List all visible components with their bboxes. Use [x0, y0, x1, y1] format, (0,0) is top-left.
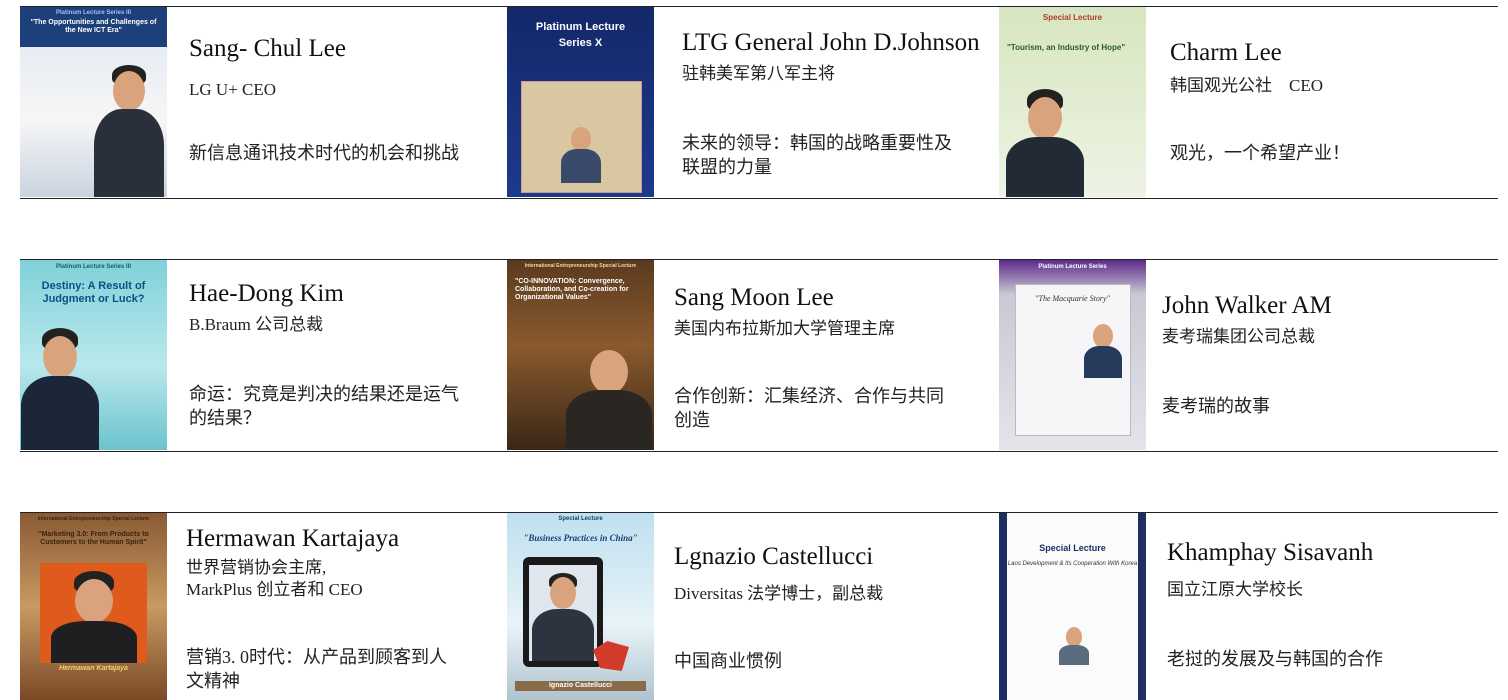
poster-series: International Entrepreneurship Special L… [524, 263, 637, 269]
lecture-card[interactable]: International Entrepreneurship Special L… [20, 513, 500, 700]
speaker-role: 麦考瑞集团公司总裁 [1162, 327, 1315, 346]
lecture-topic: 新信息通讯技术时代的机会和挑战 [189, 143, 459, 163]
speaker-name: LTG General John D.Johnson [682, 29, 980, 56]
poster-portrait [50, 567, 138, 663]
lecture-topic: 营销3. 0时代：从产品到顾客到人 [186, 647, 447, 667]
lecture-poster: Special Lecture "Business Practices in C… [507, 513, 654, 700]
lecture-card[interactable]: Platinum Lecture Series III "The Opportu… [20, 7, 500, 197]
lecture-card[interactable]: International Entrepreneurship Special L… [507, 260, 987, 450]
poster-title: "Marketing 3.0: From Products to Custome… [38, 531, 149, 547]
poster-series: Platinum Lecture Series III [55, 264, 132, 270]
speaker-name: Sang Moon Lee [674, 284, 834, 311]
poster-caption: Ignazio Castellucci [515, 681, 646, 692]
poster-title: "The Macquarie Story" [1035, 294, 1110, 303]
speaker-role: Diversitas 法学博士，副总裁 [674, 584, 884, 603]
poster-portrait [20, 328, 100, 450]
speaker-role: 美国内布拉斯加大学管理主席 [674, 319, 895, 338]
poster-title: "Tourism, an Industry of Hope" [1007, 43, 1126, 52]
speaker-role: 国立江原大学校长 [1167, 580, 1303, 599]
lecture-poster: Platinum Lecture Series X [507, 7, 654, 197]
poster-title: "The Opportunities and Challenges of the… [30, 19, 157, 35]
lecture-row-2: Platinum Lecture Series III Destiny: A R… [0, 259, 1508, 452]
speaker-role: 韩国观光公社 CEO [1170, 76, 1323, 95]
lecture-poster: Special Lecture "Tourism, an Industry of… [999, 7, 1146, 197]
speaker-name: John Walker AM [1162, 292, 1332, 319]
speaker-name: Hae-Dong Kim [189, 280, 344, 307]
lecture-poster: Platinum Lecture Series III Destiny: A R… [20, 260, 167, 450]
lecture-card[interactable]: Platinum Lecture Series III Destiny: A R… [20, 260, 500, 450]
speaker-role: 世界营销协会主席, [186, 558, 327, 577]
lecture-poster: Platinum Lecture Series "The Macquarie S… [999, 260, 1146, 450]
lecture-topic: 合作创新：汇集经济、合作与共同 [674, 386, 944, 406]
poster-portrait [565, 340, 653, 450]
lecture-topic: 未来的领导：韩国的战略重要性及 [682, 133, 952, 153]
speaker-name: Khamphay Sisavanh [1167, 539, 1374, 566]
lecture-poster: Special Lecture Laos Development & Its C… [999, 513, 1146, 700]
speaker-role: LG U+ CEO [189, 80, 277, 99]
poster-portrait [1083, 322, 1123, 378]
lecture-card[interactable]: Platinum Lecture Series X LTG General Jo… [507, 7, 987, 197]
speaker-role: B.Braum 公司总裁 [189, 315, 324, 334]
lecture-poster: Platinum Lecture Series III "The Opportu… [20, 7, 167, 197]
speaker-role: 驻韩美军第八军主将 [682, 64, 835, 83]
poster-portrait [1057, 625, 1091, 665]
poster-series: International Entrepreneurship Special L… [37, 516, 150, 522]
poster-series: Platinum Lecture Series [1038, 264, 1107, 270]
speaker-name: Charm Lee [1170, 39, 1282, 66]
lecture-topic-line2: 创造 [674, 410, 710, 430]
poster-series: Platinum Lecture Series III [55, 10, 132, 16]
lecture-topic: 命运：究竟是判决的结果还是运气 [189, 384, 459, 404]
lecture-row-3: International Entrepreneurship Special L… [0, 512, 1508, 700]
poster-series: Platinum Lecture [535, 21, 626, 33]
speaker-name: Lgnazio Castellucci [674, 543, 874, 570]
poster-title: Destiny: A Result of Judgment or Luck? [41, 280, 146, 305]
poster-portrait [92, 55, 166, 197]
poster-series: Special Lecture [1039, 543, 1106, 553]
poster-portrait [559, 123, 603, 183]
poster-caption: Hermawan Kartajaya [59, 665, 128, 672]
lecture-topic: 老挝的发展及与韩国的合作 [1167, 649, 1383, 669]
row-bottom-divider [20, 451, 1498, 452]
lecture-row-1: Platinum Lecture Series III "The Opportu… [0, 6, 1508, 199]
lecture-card[interactable]: Special Lecture Laos Development & Its C… [999, 513, 1498, 700]
poster-title: Series X [558, 37, 603, 49]
poster-series: Special Lecture [558, 516, 603, 522]
lecture-card[interactable]: Special Lecture "Business Practices in C… [507, 513, 987, 700]
speaker-role-line2: MarkPlus 创立者和 CEO [186, 580, 363, 599]
lecture-topic: 麦考瑞的故事 [1162, 396, 1270, 416]
speaker-name: Hermawan Kartajaya [186, 525, 400, 552]
lecture-card[interactable]: Special Lecture "Tourism, an Industry of… [999, 7, 1498, 197]
lecture-topic: 中国商业惯例 [674, 651, 782, 671]
poster-title: "CO-INNOVATION: Convergence, Collaborati… [515, 278, 629, 302]
poster-title: "Business Practices in China" [523, 533, 638, 543]
speaker-name: Sang- Chul Lee [189, 35, 346, 62]
poster-series: Special Lecture [1042, 13, 1103, 22]
poster-portrait [1005, 89, 1085, 197]
lecture-topic: 观光，一个希望产业！ [1170, 143, 1350, 163]
poster-portrait [529, 565, 597, 661]
lecture-poster: International Entrepreneurship Special L… [20, 513, 167, 700]
lecture-poster: International Entrepreneurship Special L… [507, 260, 654, 450]
lecture-card[interactable]: Platinum Lecture Series "The Macquarie S… [999, 260, 1498, 450]
lecture-topic-line2: 的结果？ [189, 408, 261, 428]
poster-title: Laos Development & Its Cooperation With … [1007, 561, 1138, 567]
row-bottom-divider [20, 198, 1498, 199]
lecture-topic-line2: 联盟的力量 [682, 157, 772, 177]
lecture-topic-line2: 文精神 [186, 671, 240, 691]
